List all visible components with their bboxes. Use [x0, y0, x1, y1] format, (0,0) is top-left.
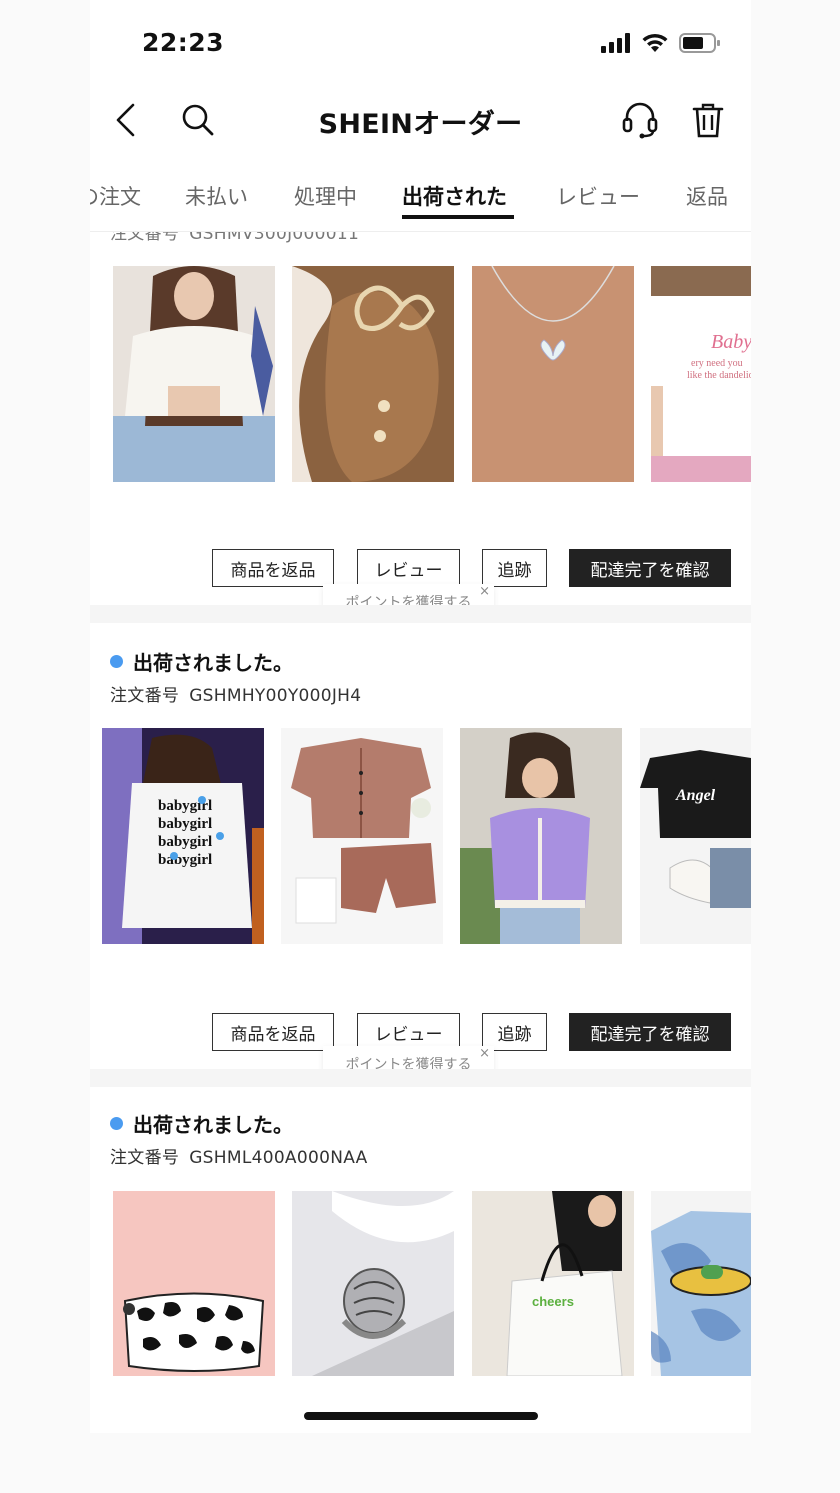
order-status-text: 出荷されました。 — [133, 651, 293, 675]
confirm-delivery-button[interactable]: 配達完了を確認 — [569, 549, 731, 587]
headset-icon — [622, 102, 658, 139]
order-tabs: の注文 未払い 処理中 出荷された レビュー 返品 — [90, 168, 751, 232]
order-status: 出荷されました。 — [110, 1109, 293, 1138]
trash-icon — [692, 103, 724, 138]
status-dot-icon — [110, 1117, 123, 1130]
customer-support-button[interactable] — [618, 98, 662, 142]
product-thumbnail[interactable]: Angel — [640, 728, 751, 944]
close-icon[interactable]: × — [479, 584, 490, 599]
status-time: 22:23 — [142, 28, 225, 57]
svg-text:babygirl: babygirl — [158, 852, 212, 868]
close-icon[interactable]: × — [479, 1046, 490, 1061]
track-button[interactable]: 追跡 — [482, 549, 547, 587]
wifi-icon — [642, 33, 668, 52]
status-icons — [601, 32, 721, 54]
order-card: 出荷されました。 注文番号 GSHMHY00Y000JH4 babygirl ba… — [90, 623, 751, 1082]
product-thumbnail[interactable] — [113, 266, 275, 482]
svg-text:Angel: Angel — [675, 787, 716, 804]
product-thumbnail[interactable] — [113, 1191, 275, 1376]
order-number-label: 注文番号 — [110, 1148, 180, 1168]
order-number: 注文番号 GSHML400A000NAA — [110, 1143, 368, 1168]
order-card: 注文番号 GSHMV300J000011 Baby ery need you l… — [90, 205, 751, 620]
tab-review[interactable]: レビュー — [556, 181, 640, 211]
header: SHEINオーダー — [90, 90, 751, 152]
order-card: 出荷されました。 注文番号 GSHML400A000NAA cheers — [90, 1087, 751, 1433]
status-bar: 22:23 — [90, 0, 751, 90]
order-number: 注文番号 GSHMHY00Y000JH4 — [110, 681, 361, 706]
product-thumbnail[interactable] — [472, 266, 634, 482]
order-number-value: GSHMHY00Y000JH4 — [189, 686, 362, 706]
status-dot-icon — [110, 655, 123, 668]
product-thumbnail[interactable] — [281, 728, 443, 944]
tab-returns[interactable]: 返品 — [686, 181, 728, 211]
divider — [90, 605, 751, 623]
product-thumbnail[interactable]: cheers — [472, 1191, 634, 1376]
order-number-value: GSHML400A000NAA — [189, 1148, 368, 1168]
order-status: 出荷されました。 — [110, 647, 293, 676]
active-tab-indicator — [402, 215, 514, 219]
tab-unpaid[interactable]: 未払い — [185, 181, 248, 211]
divider — [90, 1069, 751, 1087]
delete-button[interactable] — [686, 98, 730, 142]
product-thumbnail[interactable] — [460, 728, 622, 944]
battery-icon — [679, 33, 720, 53]
product-thumbnail[interactable] — [651, 1191, 751, 1376]
svg-text:Baby: Baby — [711, 331, 751, 353]
svg-text:cheers: cheers — [532, 1294, 574, 1309]
svg-text:like the dandelio: like the dandelio — [687, 370, 751, 381]
tab-processing[interactable]: 処理中 — [294, 181, 357, 211]
phone-screen: 22:23 SHEINオーダー 注文 未払い 処理中 出荷された レビュー 返品… — [90, 0, 751, 1433]
product-thumbnail[interactable]: Baby ery need you like the dandelio — [651, 266, 751, 482]
confirm-delivery-button[interactable]: 配達完了を確認 — [569, 1013, 731, 1051]
tab-all-orders[interactable]: の注文 — [90, 181, 141, 211]
order-number-label: 注文番号 — [110, 686, 180, 706]
tab-shipped[interactable]: 出荷された — [402, 181, 507, 211]
svg-text:babygirl: babygirl — [158, 834, 212, 850]
return-item-button[interactable]: 商品を返品 — [212, 1013, 334, 1051]
order-status-text: 出荷されました。 — [133, 1113, 293, 1137]
product-thumbnail[interactable] — [292, 266, 454, 482]
product-thumbnail[interactable] — [292, 1191, 454, 1376]
svg-text:ery need you: ery need you — [691, 358, 743, 369]
home-indicator — [304, 1412, 538, 1420]
svg-text:babygirl: babygirl — [158, 816, 212, 832]
return-item-button[interactable]: 商品を返品 — [212, 549, 334, 587]
review-button[interactable]: レビュー — [357, 549, 460, 587]
product-thumbnail[interactable]: babygirl babygirl babygirl babygirl — [102, 728, 264, 944]
signal-icon — [601, 33, 630, 53]
